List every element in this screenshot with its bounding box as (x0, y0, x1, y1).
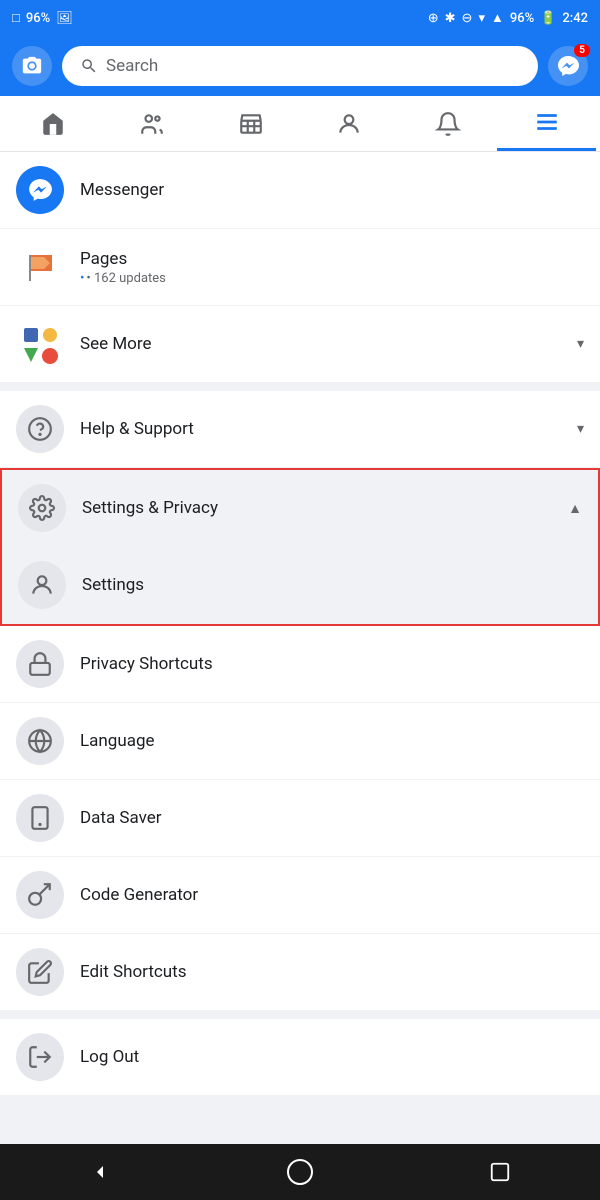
menu-item-edit-shortcuts[interactable]: Edit Shortcuts (0, 934, 600, 1011)
menu-item-help-support[interactable]: Help & Support ▾ (0, 391, 600, 468)
code-generator-label: Code Generator (80, 885, 584, 905)
time: 2:42 (562, 11, 588, 26)
privacy-shortcuts-icon (16, 640, 64, 688)
section-divider-1 (0, 383, 600, 391)
image-icon: 🖼 (56, 11, 73, 26)
temperature: 96% (26, 11, 50, 26)
help-support-icon (16, 405, 64, 453)
back-button[interactable] (76, 1148, 124, 1196)
tab-menu[interactable] (497, 96, 596, 151)
menu-item-code-generator[interactable]: Code Generator (0, 857, 600, 934)
menu-content: Messenger Pages •• 162 updates (0, 152, 600, 1096)
menu-item-log-out[interactable]: Log Out (0, 1019, 600, 1096)
tab-notifications[interactable] (399, 96, 498, 151)
search-input[interactable]: Search (62, 46, 538, 86)
log-out-label: Log Out (80, 1047, 584, 1067)
nav-tabs (0, 96, 600, 152)
tab-friends[interactable] (103, 96, 202, 151)
log-out-icon (16, 1033, 64, 1081)
section-divider-2 (0, 1011, 600, 1019)
help-support-label: Help & Support (80, 419, 561, 439)
settings-privacy-label-wrap: Settings & Privacy (82, 498, 552, 518)
pages-sublabel: •• 162 updates (80, 271, 584, 286)
status-left: □ 96% 🖼 (12, 10, 73, 26)
home-button[interactable] (276, 1148, 324, 1196)
settings-privacy-icon (18, 484, 66, 532)
data-saver-icon (16, 794, 64, 842)
menu-item-settings[interactable]: Settings (2, 547, 598, 624)
location-icon: ⊕ (428, 11, 439, 26)
see-more-label-wrap: See More (80, 334, 561, 354)
settings-icon (18, 561, 66, 609)
messenger-badge: 5 (574, 44, 590, 57)
tab-home[interactable] (4, 96, 103, 151)
tab-marketplace[interactable] (201, 96, 300, 151)
code-generator-label-wrap: Code Generator (80, 885, 584, 905)
log-out-label-wrap: Log Out (80, 1047, 584, 1067)
menu-item-see-more[interactable]: See More ▾ (0, 306, 600, 383)
menu-item-data-saver[interactable]: Data Saver (0, 780, 600, 857)
bluetooth-icon: ✱ (445, 11, 456, 26)
language-label: Language (80, 731, 584, 751)
search-placeholder: Search (106, 56, 158, 76)
pages-label-wrap: Pages •• 162 updates (80, 249, 584, 286)
help-support-label-wrap: Help & Support (80, 419, 561, 439)
edit-shortcuts-label: Edit Shortcuts (80, 962, 584, 982)
menu-item-messenger[interactable]: Messenger (0, 152, 600, 229)
see-more-label: See More (80, 334, 561, 354)
menu-item-privacy-shortcuts[interactable]: Privacy Shortcuts (0, 626, 600, 703)
dnd-icon: ⊖ (462, 11, 473, 26)
edit-shortcuts-label-wrap: Edit Shortcuts (80, 962, 584, 982)
messenger-label: Messenger (80, 180, 584, 200)
menu-item-settings-privacy[interactable]: Settings & Privacy ▲ (2, 470, 598, 547)
battery-icon: 🔋 (540, 11, 556, 26)
see-more-icon (16, 320, 64, 368)
code-generator-icon (16, 871, 64, 919)
help-support-chevron: ▾ (577, 421, 584, 437)
data-saver-label: Data Saver (80, 808, 584, 828)
messenger-icon (16, 166, 64, 214)
menu-item-language[interactable]: Language (0, 703, 600, 780)
search-bar: Search 5 (0, 36, 600, 96)
recents-button[interactable] (476, 1148, 524, 1196)
camera-button[interactable] (12, 46, 52, 86)
data-saver-label-wrap: Data Saver (80, 808, 584, 828)
status-bar: □ 96% 🖼 ⊕ ✱ ⊖ ▾ ▲ 96% 🔋 2:42 (0, 0, 600, 36)
settings-privacy-section: Settings & Privacy ▲ Settings (0, 468, 600, 626)
tab-profile[interactable] (300, 96, 399, 151)
settings-label: Settings (82, 575, 582, 595)
settings-privacy-label: Settings & Privacy (82, 498, 552, 518)
see-more-chevron: ▾ (577, 336, 584, 352)
status-right: ⊕ ✱ ⊖ ▾ ▲ 96% 🔋 2:42 (428, 10, 588, 26)
bottom-nav (0, 1144, 600, 1200)
pages-icon (16, 243, 64, 291)
sim-icon: □ (12, 10, 20, 26)
settings-privacy-chevron: ▲ (568, 500, 582, 517)
settings-label-wrap: Settings (82, 575, 582, 595)
wifi-icon: ▾ (478, 11, 485, 26)
messenger-label-wrap: Messenger (80, 180, 584, 200)
privacy-shortcuts-label: Privacy Shortcuts (80, 654, 584, 674)
edit-shortcuts-icon (16, 948, 64, 996)
signal-icon: ▲ (491, 10, 504, 26)
battery-percent: 96% (510, 11, 534, 26)
language-label-wrap: Language (80, 731, 584, 751)
menu-item-pages[interactable]: Pages •• 162 updates (0, 229, 600, 306)
messenger-button[interactable]: 5 (548, 46, 588, 86)
language-icon (16, 717, 64, 765)
pages-label: Pages (80, 249, 584, 269)
privacy-shortcuts-label-wrap: Privacy Shortcuts (80, 654, 584, 674)
